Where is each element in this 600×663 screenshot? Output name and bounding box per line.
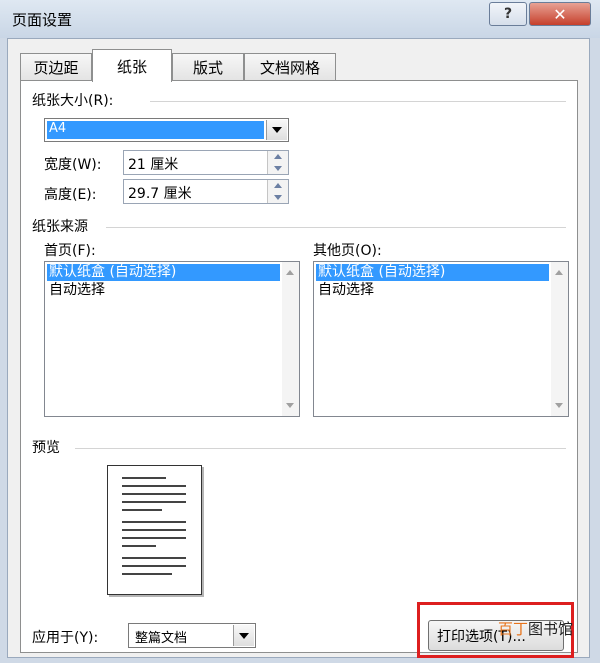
dropdown-button[interactable] bbox=[266, 120, 287, 140]
scroll-up-icon[interactable] bbox=[286, 270, 294, 275]
preview-line bbox=[122, 557, 186, 559]
paper-source-label: 纸张来源 bbox=[32, 219, 88, 235]
dialog-title: 页面设置 bbox=[12, 11, 73, 29]
preview-line bbox=[122, 501, 186, 503]
close-icon: ✕ bbox=[553, 4, 567, 24]
height-value: 29.7 厘米 bbox=[128, 186, 192, 202]
height-field[interactable]: 29.7 厘米 bbox=[123, 179, 289, 204]
tab-document-grid-label: 文档网格 bbox=[259, 59, 320, 77]
scroll-up-icon[interactable] bbox=[555, 270, 563, 275]
section-divider bbox=[75, 448, 566, 449]
preview-line bbox=[122, 573, 172, 575]
help-icon: ? bbox=[503, 6, 513, 22]
preview-line bbox=[122, 477, 166, 479]
tab-paper[interactable]: 纸张 bbox=[92, 49, 172, 82]
chevron-down-icon bbox=[272, 127, 282, 133]
other-pages-list[interactable]: 默认纸盒 (自动选择) 自动选择 bbox=[313, 261, 569, 417]
preview-line bbox=[122, 521, 186, 523]
scroll-down-icon[interactable] bbox=[555, 403, 563, 408]
page-preview bbox=[107, 465, 202, 595]
preview-line bbox=[122, 565, 186, 567]
tab-margins[interactable]: 页边距 bbox=[20, 53, 92, 81]
preview-line bbox=[122, 509, 162, 511]
preview-line bbox=[122, 485, 186, 487]
width-label: 宽度(W): bbox=[44, 157, 102, 173]
other-pages-label: 其他页(O): bbox=[313, 243, 382, 259]
apply-to-select[interactable]: 整篇文档 bbox=[128, 623, 256, 648]
section-divider bbox=[150, 101, 566, 102]
list-item[interactable]: 默认纸盒 (自动选择) bbox=[316, 264, 549, 281]
arrow-up-icon bbox=[274, 154, 282, 160]
scrollbar[interactable] bbox=[282, 262, 299, 416]
close-button[interactable]: ✕ bbox=[529, 2, 591, 26]
watermark-part-1: 百丁 bbox=[498, 620, 529, 638]
first-page-label: 首页(F): bbox=[44, 243, 96, 259]
preview-line bbox=[122, 545, 156, 547]
width-field[interactable]: 21 厘米 bbox=[123, 150, 289, 175]
preview-line bbox=[122, 493, 186, 495]
apply-to-label: 应用于(Y): bbox=[32, 630, 99, 646]
spin-down-button[interactable] bbox=[267, 162, 288, 174]
watermark-part-2: 图书馆 bbox=[528, 620, 574, 638]
dropdown-button[interactable] bbox=[233, 625, 254, 646]
list-item[interactable]: 自动选择 bbox=[316, 282, 549, 299]
tab-paper-label: 纸张 bbox=[116, 57, 147, 76]
list-item[interactable]: 默认纸盒 (自动选择) bbox=[47, 264, 280, 281]
height-label: 高度(E): bbox=[44, 187, 97, 203]
apply-to-value: 整篇文档 bbox=[135, 631, 188, 646]
width-value: 21 厘米 bbox=[128, 157, 179, 173]
scroll-down-icon[interactable] bbox=[286, 403, 294, 408]
arrow-up-icon bbox=[274, 183, 282, 189]
tab-layout-label: 版式 bbox=[192, 59, 223, 77]
title-bar: 页面设置 ? ✕ bbox=[0, 0, 600, 38]
first-page-list[interactable]: 默认纸盒 (自动选择) 自动选择 bbox=[44, 261, 300, 417]
tab-layout[interactable]: 版式 bbox=[172, 53, 244, 81]
arrow-down-icon bbox=[274, 165, 282, 171]
paper-size-select[interactable]: A4 bbox=[44, 118, 289, 142]
preview-label: 预览 bbox=[32, 440, 60, 456]
preview-line bbox=[122, 537, 186, 539]
paper-size-label: 纸张大小(R): bbox=[32, 93, 114, 109]
tab-document-grid[interactable]: 文档网格 bbox=[244, 53, 336, 81]
watermark: 百丁图书馆 bbox=[498, 618, 573, 639]
chevron-down-icon bbox=[239, 632, 249, 639]
preview-line bbox=[122, 529, 186, 531]
section-divider bbox=[106, 227, 566, 228]
list-item[interactable]: 自动选择 bbox=[47, 282, 280, 299]
arrow-down-icon bbox=[274, 194, 282, 200]
tab-margins-label: 页边距 bbox=[33, 59, 79, 77]
scrollbar[interactable] bbox=[551, 262, 568, 416]
spin-down-button[interactable] bbox=[267, 191, 288, 203]
paper-size-value: A4 bbox=[47, 121, 264, 139]
help-button[interactable]: ? bbox=[489, 2, 527, 26]
